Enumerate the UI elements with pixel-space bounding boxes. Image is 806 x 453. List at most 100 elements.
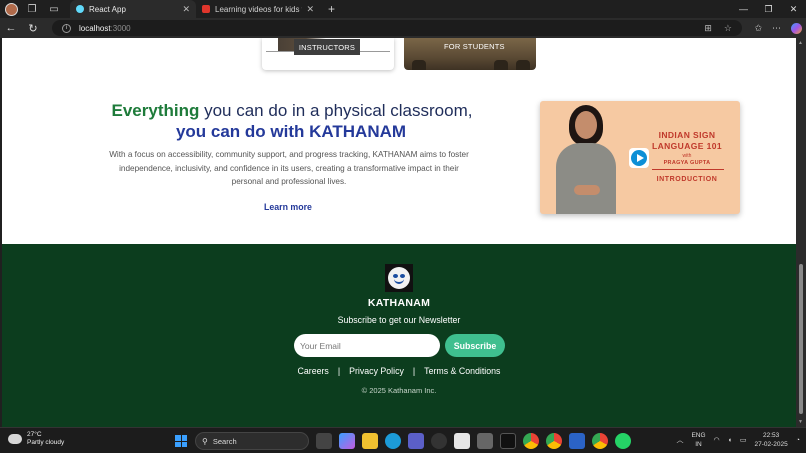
file-explorer-icon[interactable] — [362, 433, 378, 449]
word-icon[interactable] — [569, 433, 585, 449]
footer-brand: KATHANAM — [367, 297, 431, 309]
terms-link[interactable]: Terms & Conditions — [424, 366, 500, 376]
lang-line1: ENG — [691, 432, 706, 439]
link-separator: | — [337, 366, 341, 376]
video-with-text: with — [682, 153, 692, 159]
presenter-face — [575, 111, 597, 139]
chrome-alt-icon[interactable] — [546, 433, 562, 449]
student-silhouette — [494, 60, 508, 70]
minimize-icon[interactable]: — — [731, 0, 756, 18]
system-tray: ︿ ENG IN ◠ ◖ ▭ 22:53 27-02-2025 ◔ — [676, 431, 800, 449]
url-field[interactable]: i localhost :3000 ⊞ ☆ — [52, 20, 742, 36]
page-viewport: INSTRUCTORS FOR STUDENTS Everything you … — [2, 38, 796, 427]
scrollbar-thumb[interactable] — [799, 264, 803, 414]
privacy-policy-link[interactable]: Privacy Policy — [349, 366, 404, 376]
window-controls: — ❐ ✕ — [731, 0, 806, 18]
terminal-icon[interactable] — [500, 433, 516, 449]
tab-actions-icon[interactable]: ▭ — [46, 2, 62, 16]
more-menu-icon[interactable]: ⋯ — [772, 23, 781, 34]
students-card[interactable]: FOR STUDENTS — [404, 38, 536, 70]
back-icon[interactable]: ← — [0, 22, 22, 34]
camera-icon[interactable] — [477, 433, 493, 449]
search-label: Search — [212, 436, 237, 446]
newsletter-text: Subscribe to get our Newsletter — [337, 315, 461, 325]
favorites-icon[interactable]: ✩ — [754, 23, 762, 34]
email-input[interactable] — [294, 334, 440, 357]
wifi-icon[interactable]: ◠ — [714, 436, 720, 444]
clock[interactable]: 22:53 27-02-2025 — [755, 431, 788, 449]
notifications-icon[interactable]: ◔ — [796, 437, 800, 444]
reload-icon[interactable]: ↻ — [22, 22, 44, 35]
browser-tab-bar: ❐ ▭ React App ✕ Learning videos for kids… — [0, 0, 806, 18]
lang-line2: IN — [695, 441, 702, 448]
student-silhouette — [516, 60, 530, 70]
windows-start-icon[interactable] — [175, 435, 187, 447]
show-hidden-icons-icon[interactable]: ︿ — [676, 435, 683, 445]
clock-date: 27-02-2025 — [754, 441, 788, 448]
video-presenter: PRAGYA GUPTA — [663, 160, 711, 166]
profile-avatar[interactable] — [5, 2, 18, 16]
clock-time: 22:53 — [763, 432, 780, 439]
link-separator: | — [412, 366, 416, 376]
dell-icon[interactable] — [431, 433, 447, 449]
copilot-app-icon[interactable] — [339, 433, 355, 449]
video-thumbnail[interactable]: INDIAN SIGN LANGUAGE 101 with PRAGYA GUP… — [540, 101, 740, 214]
chrome-profile-icon[interactable] — [592, 433, 608, 449]
tab-react-app[interactable]: React App ✕ — [70, 0, 196, 18]
hero-heading-line1: Everything you can do in a physical clas… — [2, 101, 582, 121]
learn-more-link[interactable]: Learn more — [264, 202, 312, 212]
scroll-up-icon[interactable]: ▲ — [798, 40, 803, 46]
hero-line1-rest: you can do in a physical classroom, — [199, 101, 473, 120]
site-info-icon[interactable]: i — [62, 23, 71, 33]
page-scrollbar[interactable]: ▲ ▼ — [796, 38, 806, 427]
tab-learning-videos[interactable]: Learning videos for kids with auti ✕ — [196, 0, 320, 18]
careers-link[interactable]: Careers — [298, 366, 329, 376]
task-view-icon[interactable] — [316, 433, 332, 449]
workspaces-icon[interactable]: ❐ — [24, 2, 40, 16]
weather-widget[interactable]: 27°C Partly cloudy — [6, 431, 65, 447]
scroll-down-icon[interactable]: ▼ — [798, 419, 803, 425]
hero-accent-word: Everything — [111, 101, 200, 120]
url-host: localhost — [79, 23, 111, 33]
search-icon: ⚲ — [202, 436, 208, 446]
student-silhouette — [412, 60, 426, 70]
tab-title: React App — [89, 4, 126, 14]
language-indicator[interactable]: ENG IN — [691, 431, 705, 449]
presenter-hands — [574, 185, 600, 195]
instructors-card[interactable]: INSTRUCTORS — [262, 38, 394, 70]
presenter-body — [556, 143, 616, 214]
hero-description: With a focus on accessibility, community… — [109, 150, 469, 186]
youtube-favicon-icon — [202, 5, 210, 13]
site-footer: KATHANAM Subscribe to get our Newsletter… — [2, 244, 796, 427]
students-label: FOR STUDENTS — [444, 42, 505, 51]
volume-icon[interactable]: ◖ — [728, 437, 732, 444]
chrome-icon[interactable] — [523, 433, 539, 449]
subscribe-button[interactable]: Subscribe — [445, 334, 505, 357]
url-port: :3000 — [110, 23, 131, 33]
new-tab-button[interactable]: + — [328, 2, 335, 16]
close-tab-icon[interactable]: ✕ — [182, 4, 190, 15]
favorite-star-icon[interactable]: ☆ — [724, 23, 732, 34]
battery-icon[interactable]: ▭ — [740, 436, 747, 444]
pinned-apps — [316, 433, 631, 449]
weather-desc: Partly cloudy — [27, 439, 65, 446]
react-favicon-icon — [76, 5, 84, 13]
video-subtitle: INTRODUCTION — [656, 176, 718, 183]
weather-temp: 27°C — [27, 431, 42, 438]
taskbar-search[interactable]: ⚲ Search — [195, 432, 309, 450]
kathanam-logo-icon — [385, 264, 413, 292]
teams-icon[interactable] — [408, 433, 424, 449]
close-tab-icon[interactable]: ✕ — [306, 4, 314, 15]
windows-taskbar: 27°C Partly cloudy ⚲ Search ︿ ENG IN ◠ ◖… — [0, 427, 806, 453]
whatsapp-icon[interactable] — [615, 433, 631, 449]
copilot-icon[interactable] — [791, 22, 802, 34]
address-bar: ← ↻ i localhost :3000 ⊞ ☆ ✩ ⋯ — [0, 18, 806, 38]
ms-store-icon[interactable] — [454, 433, 470, 449]
close-window-icon[interactable]: ✕ — [781, 0, 806, 18]
edge-icon[interactable] — [385, 433, 401, 449]
video-divider — [652, 169, 724, 170]
instructors-label: INSTRUCTORS — [294, 39, 360, 55]
maximize-icon[interactable]: ❐ — [756, 0, 781, 18]
footer-links: Careers | Privacy Policy | Terms & Condi… — [2, 366, 796, 376]
split-screen-icon[interactable]: ⊞ — [704, 23, 712, 34]
